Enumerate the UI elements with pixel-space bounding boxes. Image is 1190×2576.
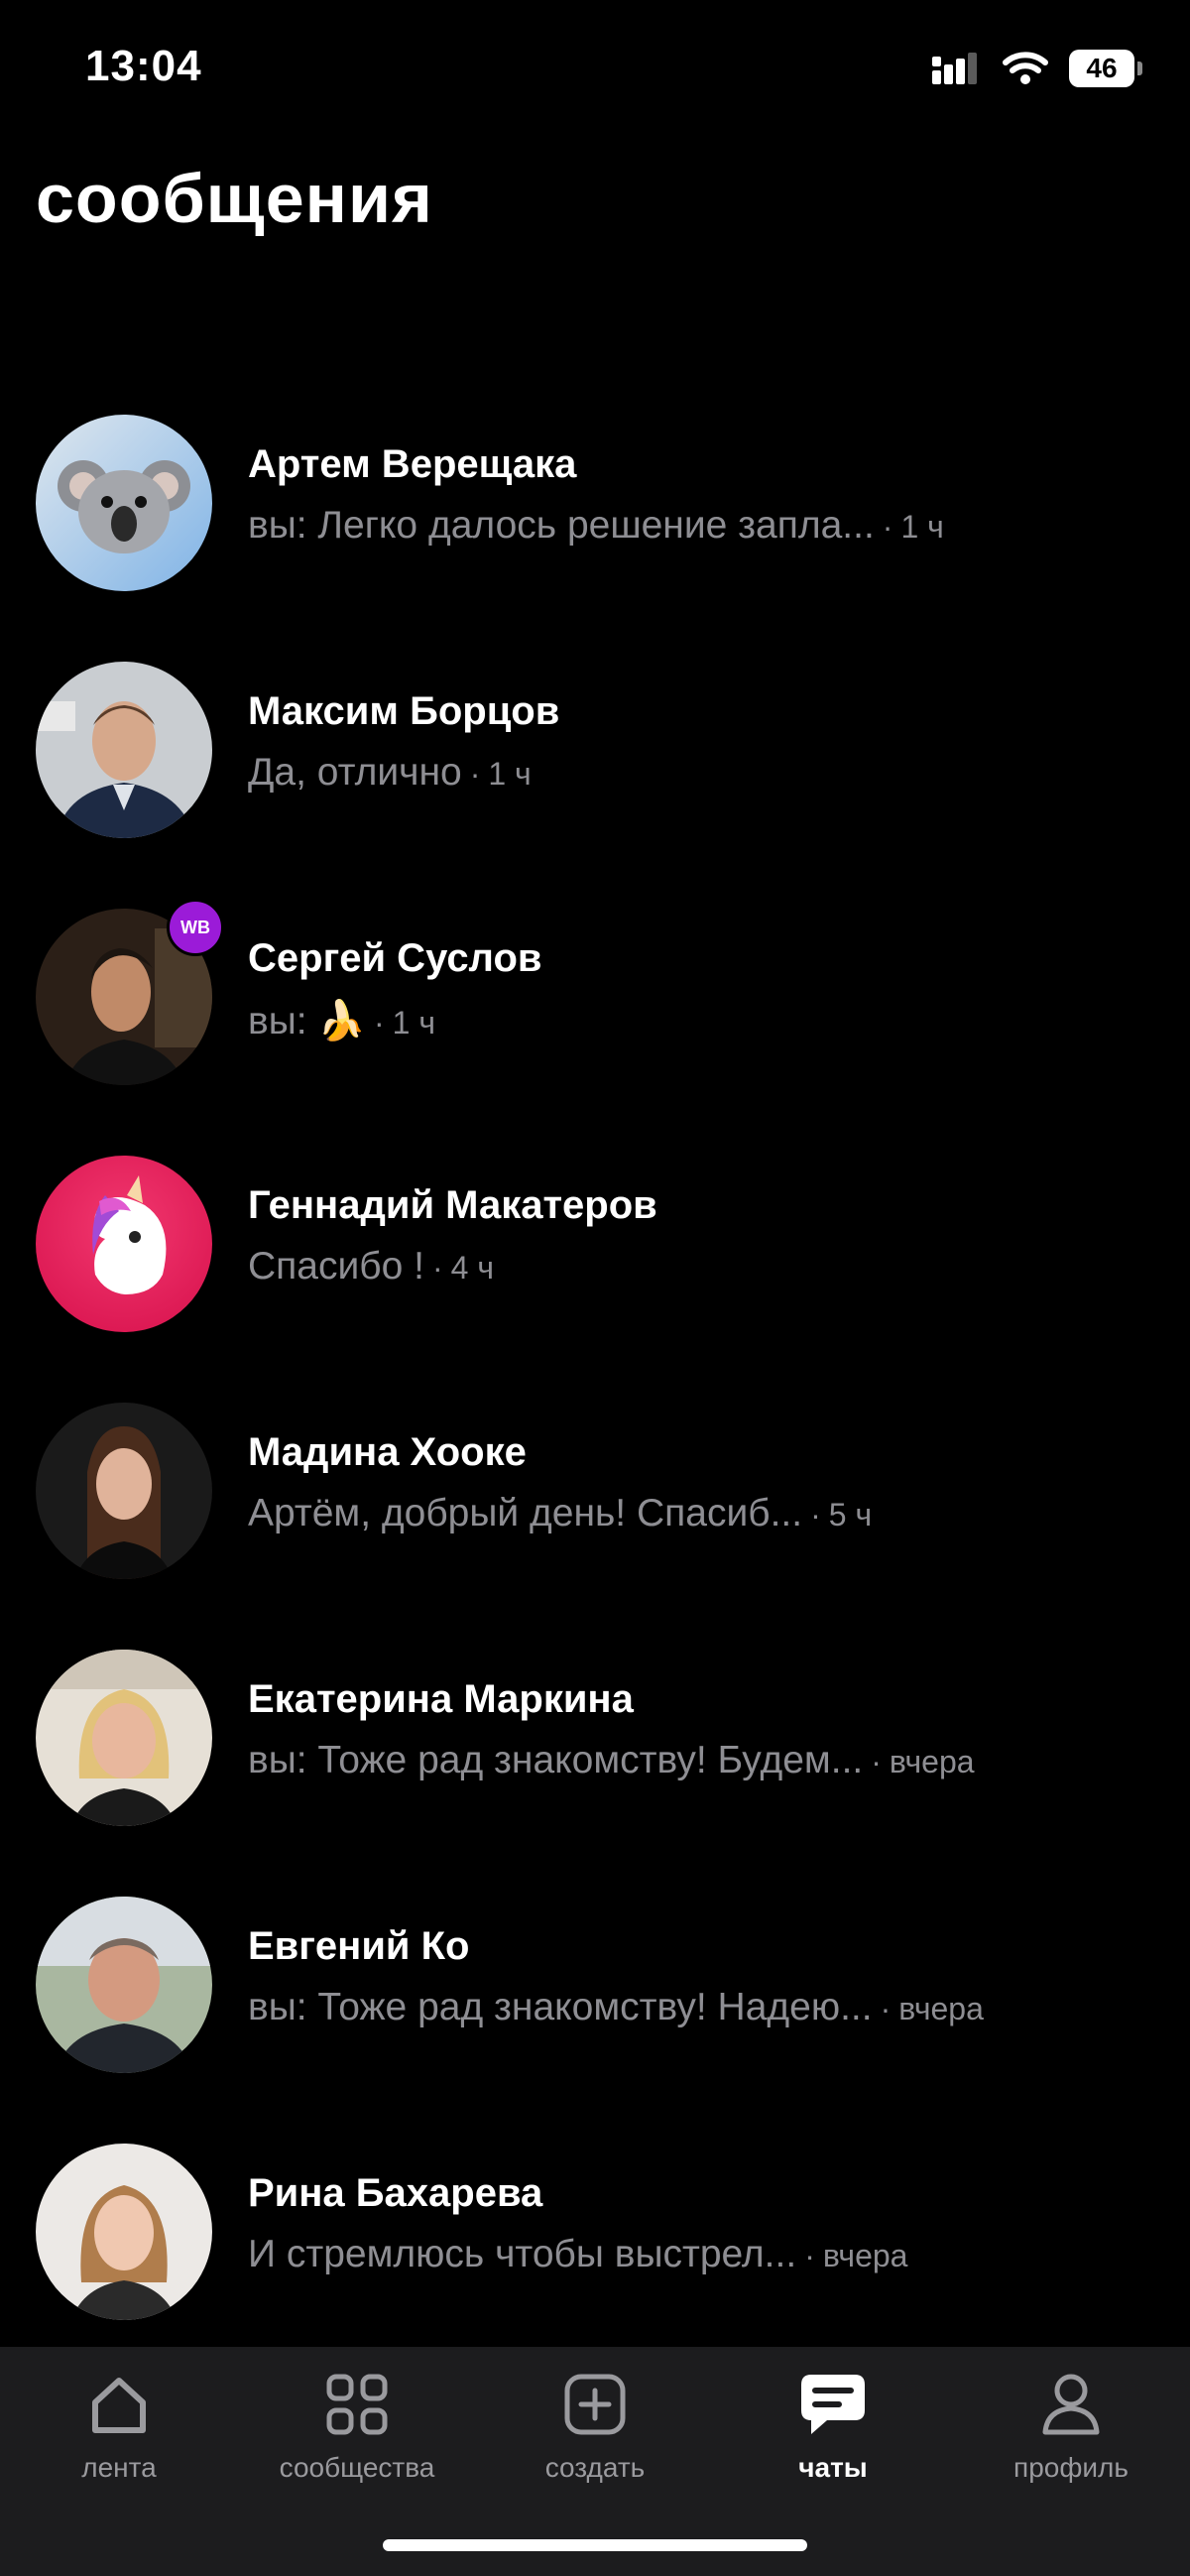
chat-preview: вы: Тоже рад знакомству! Будем... · вчера [248,1739,975,1781]
chat-time: вчера [898,1991,984,2026]
chat-message: вы: Тоже рад знакомству! Надею... [248,1986,873,2028]
chat-item[interactable]: Максим Борцов Да, отлично · 1 ч [0,656,1190,903]
chat-preview: вы: Легко далось решение запла... · 1 ч [248,504,944,547]
avatar[interactable] [36,1897,212,2073]
home-indicator[interactable] [383,2539,807,2551]
tab-chats[interactable]: чаты [714,2369,952,2484]
chat-time: вчера [822,2238,908,2273]
tab-label: лента [81,2452,157,2483]
wifi-icon [1003,52,1048,84]
chat-preview: Спасибо ! · 4 ч [248,1245,494,1288]
chat-time: 1 ч [392,1005,435,1041]
tab-label: сообщества [279,2452,435,2483]
tab-profile[interactable]: профиль [952,2369,1190,2484]
tab-create[interactable]: создать [476,2369,714,2484]
chat-message: Спасибо ! [248,1245,424,1288]
status-time: 13:04 [85,42,202,90]
chat-time: вчера [889,1744,975,1779]
tab-label: профиль [1013,2452,1129,2483]
chat-time: 1 ч [900,509,944,545]
chat-bubble-icon [801,2375,865,2434]
chat-time: 4 ч [450,1250,494,1286]
chat-name: Мадина Хооке [248,1430,527,1474]
chat-message: вы: Легко далось решение запла... [248,504,875,547]
user-photo [36,1403,212,1579]
user-photo [36,1897,212,2073]
user-photo [36,2144,212,2320]
battery-level: 46 [1086,53,1118,83]
chat-time: 5 ч [828,1497,873,1533]
chat-name: Рина Бахарева [248,2171,543,2215]
person-icon [1042,2374,1100,2435]
chat-message: Да, отлично [248,751,462,794]
status-bar: 13:04 46 [0,0,1190,139]
avatar[interactable] [36,415,212,591]
tab-label: чаты [798,2452,868,2483]
chat-time: 1 ч [488,756,532,792]
chat-name: Максим Борцов [248,689,560,733]
chat-item[interactable]: Артем Верещака вы: Легко далось решение … [0,409,1190,656]
avatar[interactable] [36,1156,212,1332]
chat-name: Геннадий Макатеров [248,1183,657,1227]
unicorn-emoji-icon [36,1156,212,1332]
grid-icon [326,2374,388,2435]
chat-preview: Артём, добрый день! Спасиб... · 5 ч [248,1492,873,1534]
chat-name: Евгений Ко [248,1924,470,1968]
koala-emoji-icon [36,415,212,591]
cellular-signal-icon [932,53,977,84]
chat-message: Артём, добрый день! Спасиб... [248,1492,803,1534]
avatar[interactable] [36,662,212,838]
chat-preview: И стремлюсь чтобы выстрел... · вчера [248,2233,908,2275]
tab-label: создать [544,2452,646,2483]
chat-list: Артем Верещака вы: Легко далось решение … [0,409,1190,2385]
chat-message: И стремлюсь чтобы выстрел... [248,2233,797,2275]
chat-item[interactable]: Мадина Хооке Артём, добрый день! Спасиб.… [0,1397,1190,1644]
chat-item[interactable]: WB Сергей Суслов вы: 🍌 · 1 ч [0,899,1190,1150]
tab-feed[interactable]: лента [0,2369,238,2484]
chat-preview: Да, отлично · 1 ч [248,751,532,794]
user-photo [36,1650,212,1826]
chat-message: вы: Тоже рад знакомству! Будем... [248,1739,864,1781]
status-icons: 46 [930,50,1142,87]
company-badge: WB [167,899,224,956]
chat-message: вы: 🍌 [248,1000,366,1043]
chat-name: Артем Верещака [248,442,577,486]
chat-item[interactable]: Геннадий Макатеров Спасибо ! · 4 ч [0,1150,1190,1397]
plus-square-icon [564,2374,626,2435]
user-photo [36,662,212,838]
chat-preview: вы: 🍌 · 1 ч [248,1000,435,1043]
chat-item[interactable]: Евгений Ко вы: Тоже рад знакомству! Наде… [0,1891,1190,2138]
chat-name: Сергей Суслов [248,936,542,980]
tab-communities[interactable]: сообщества [238,2369,476,2484]
chat-preview: вы: Тоже рад знакомству! Надею... · вчера [248,1986,984,2028]
home-icon [92,2378,146,2433]
avatar[interactable] [36,1650,212,1826]
chat-name: Екатерина Маркина [248,1677,634,1721]
avatar[interactable] [36,2144,212,2320]
battery-icon: 46 [1069,50,1142,87]
page-title: сообщения [36,160,433,237]
avatar[interactable] [36,1403,212,1579]
chat-item[interactable]: Екатерина Маркина вы: Тоже рад знакомств… [0,1644,1190,1891]
